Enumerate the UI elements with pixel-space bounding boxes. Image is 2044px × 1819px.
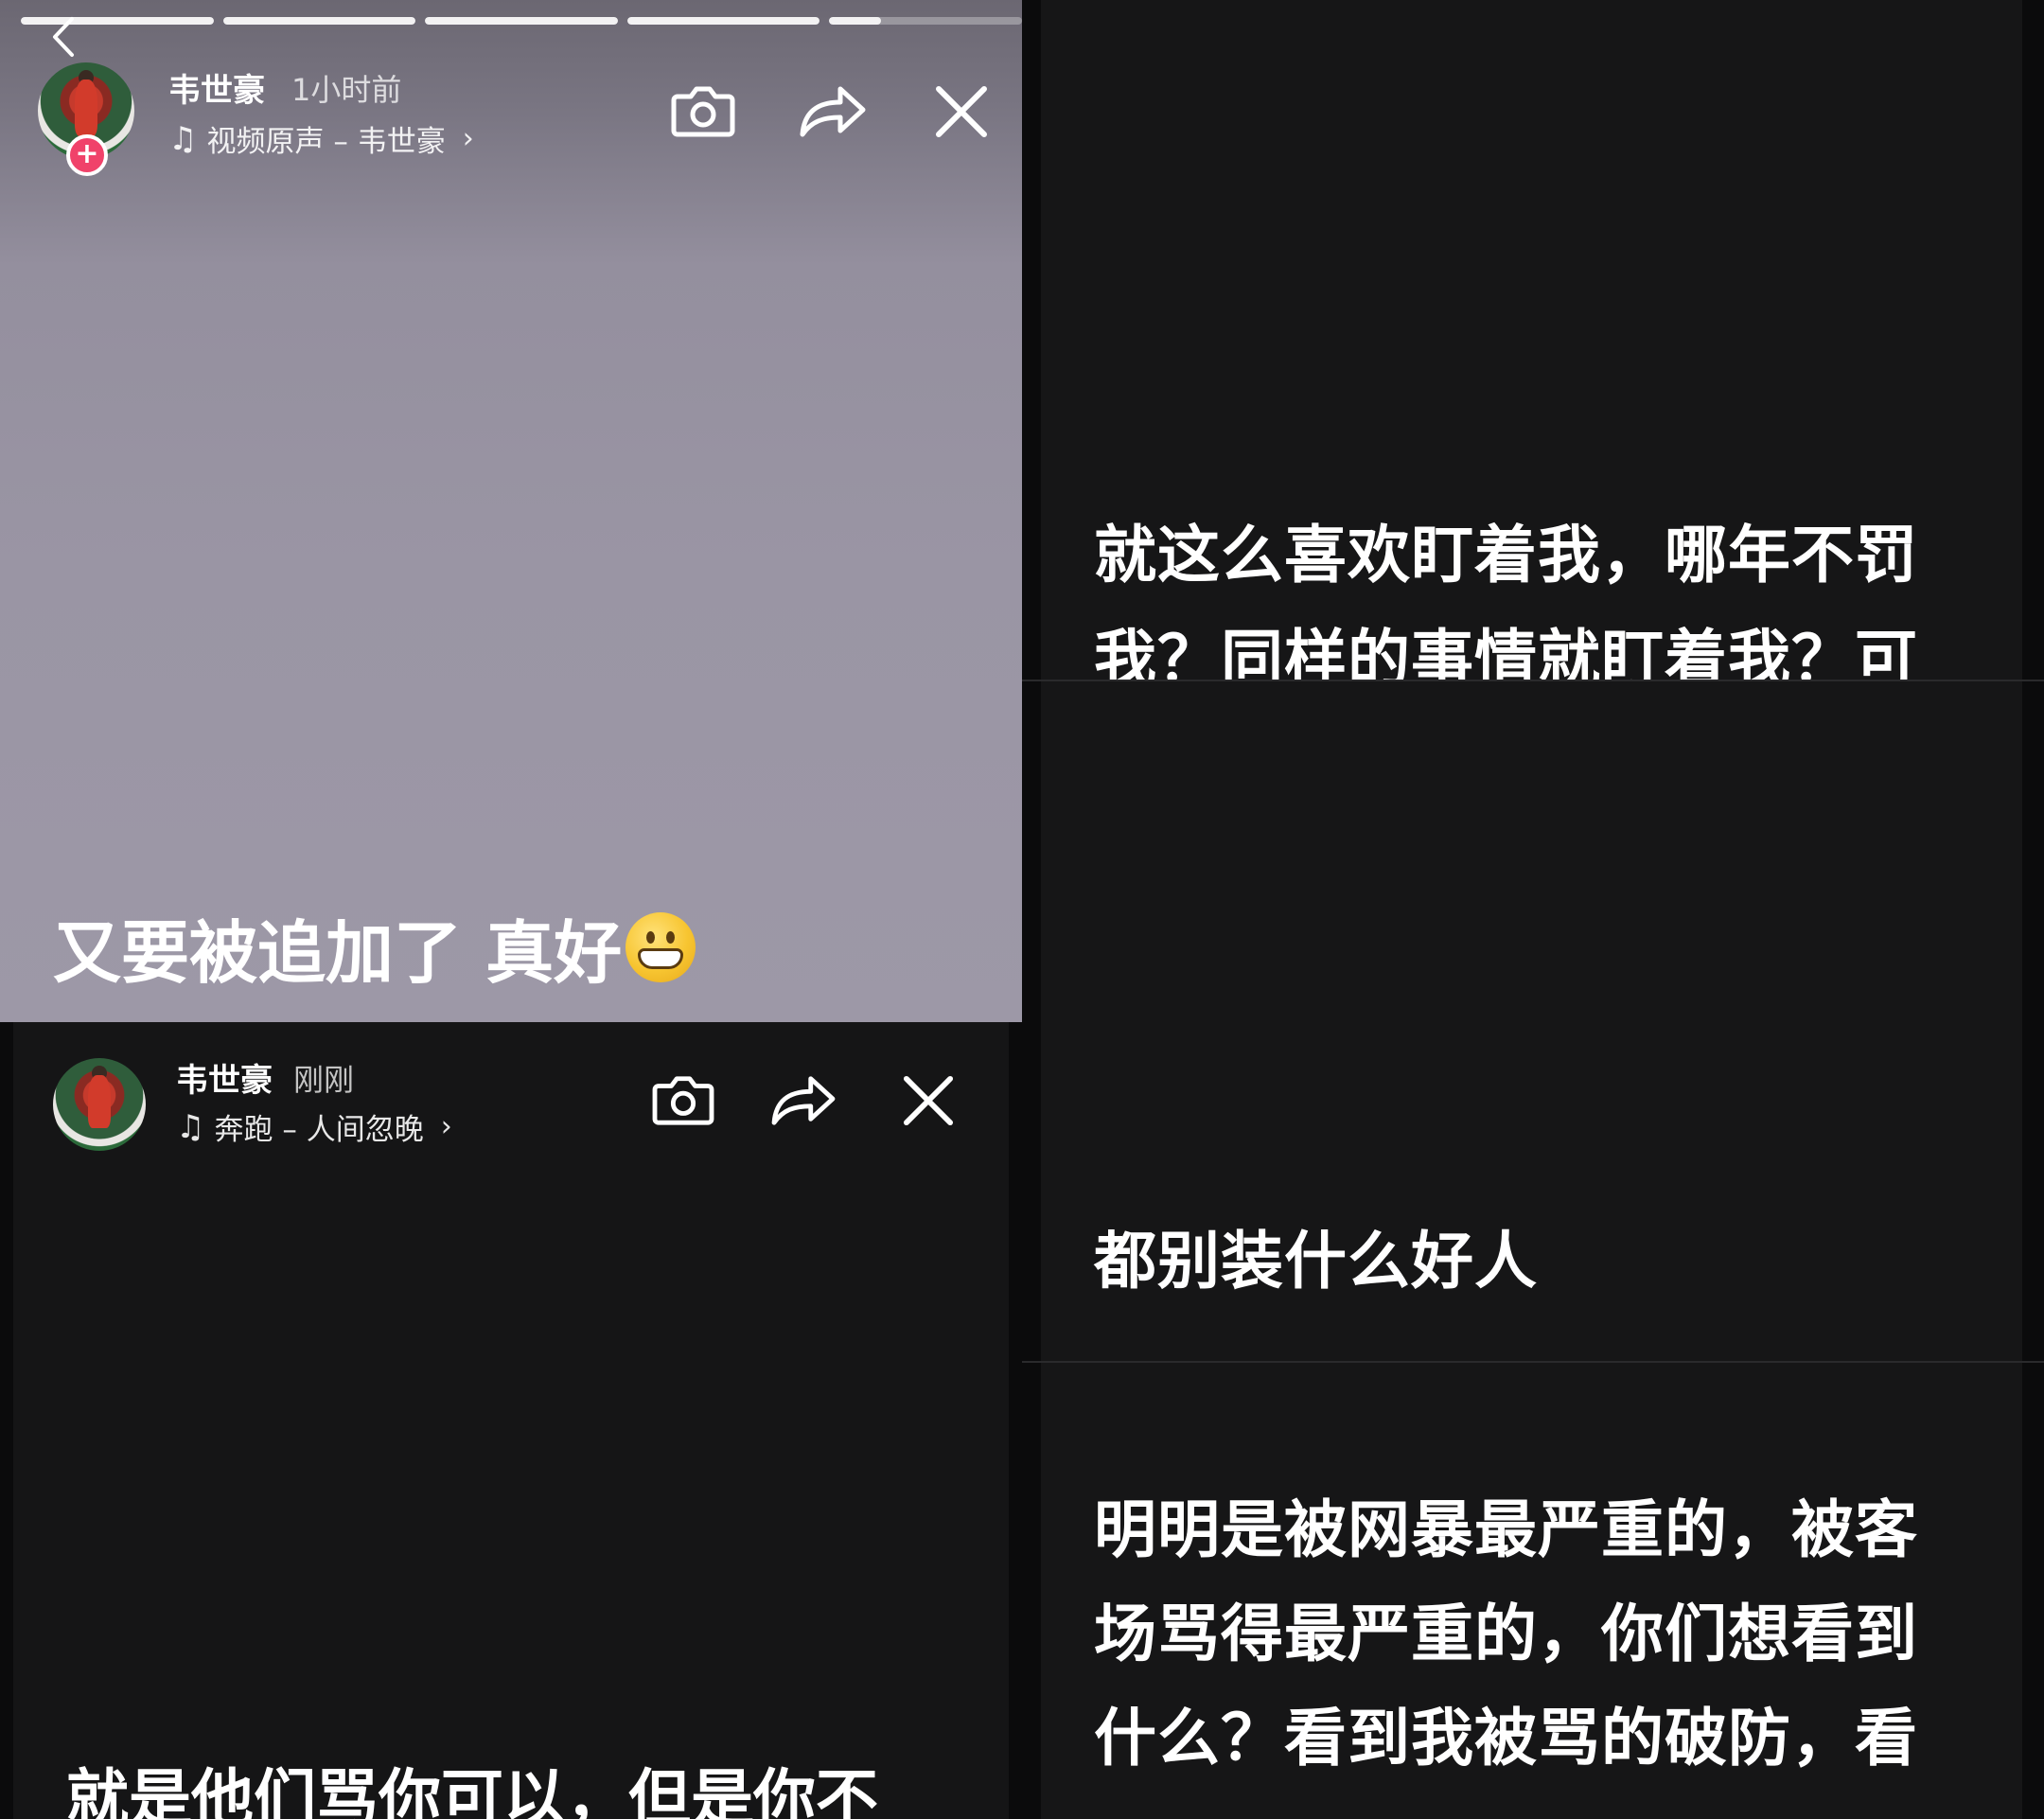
text-line: 什么？看到我被骂的破防，看 [1094, 1702, 1918, 1775]
post-time: 1小时前 [291, 72, 402, 108]
avatar[interactable] [53, 1058, 146, 1151]
chevron-right-icon: › [440, 1110, 452, 1143]
text-line: 都别装什么好人 [1094, 1225, 1538, 1298]
plus-icon[interactable]: + [66, 134, 108, 176]
progress-fill [425, 17, 618, 25]
music-title: 奔跑 – 人间忽晚 [214, 1113, 424, 1147]
story-panel-1: + 韦世豪 1小时前 ♫ 视频原声 – 韦世豪 › 又要被追加了 真好 [0, 0, 1022, 1022]
story-caption: 就是他们骂你可以，但是你不 [66, 1762, 878, 1819]
story-progress-bar [21, 17, 1022, 25]
story-panel-2: 韦世豪 刚刚 ♫ 奔跑 – 人间忽晚 › 就是他们骂你可以，但是你不 [13, 1022, 1009, 1819]
caption-text: 又要被追加了 真好 [53, 913, 623, 993]
text-panel-2: 都别装什么好人 [1041, 681, 2022, 1361]
close-button[interactable] [935, 85, 988, 138]
close-icon [903, 1075, 954, 1126]
music-link[interactable]: ♫ 视频原声 – 韦世豪 › [168, 117, 474, 160]
user-name[interactable]: 韦世豪 [176, 1054, 273, 1101]
text-panel-3: 明明是被网暴最严重的，被客 场骂得最严重的，你们想看到 什么？看到我被骂的破防，… [1041, 1363, 2022, 1819]
share-button[interactable] [768, 1071, 838, 1128]
text-line: 明明是被网暴最严重的，被客 [1094, 1493, 1918, 1566]
progress-segment [829, 17, 1022, 25]
camera-button[interactable] [670, 81, 736, 140]
post-time: 刚刚 [293, 1062, 355, 1098]
music-note-icon: ♫ [168, 119, 198, 158]
share-button[interactable] [797, 81, 869, 140]
grinning-face-emoji [626, 911, 696, 982]
music-link[interactable]: ♫ 奔跑 – 人间忽晚 › [176, 1105, 452, 1148]
progress-fill [829, 17, 882, 25]
progress-segment [626, 17, 820, 25]
chevron-right-icon: › [462, 122, 474, 155]
close-icon [936, 86, 987, 137]
chevron-left-icon[interactable] [47, 15, 79, 59]
close-button[interactable] [903, 1075, 954, 1126]
camera-icon [671, 86, 735, 137]
camera-icon [652, 1076, 714, 1125]
story-caption: 又要被追加了 真好 [53, 897, 696, 997]
user-name[interactable]: 韦世豪 [168, 64, 265, 111]
progress-fill [222, 17, 416, 25]
text-line: 就这么喜欢盯着我，哪年不罚 [1094, 519, 1918, 592]
share-icon [800, 86, 866, 137]
text-line: 场骂得最严重的，你们想看到 [1094, 1598, 1918, 1670]
text-panel-1: 就这么喜欢盯着我，哪年不罚 我？同样的事情就盯着我？可 [1041, 0, 2022, 680]
music-note-icon: ♫ [176, 1107, 205, 1146]
progress-fill [626, 17, 820, 25]
text-line: 我？同样的事情就盯着我？可 [1094, 623, 1918, 680]
progress-segment [222, 17, 416, 25]
music-title: 视频原声 – 韦世豪 [206, 125, 446, 159]
progress-segment [425, 17, 618, 25]
share-icon [771, 1076, 836, 1125]
camera-button[interactable] [651, 1071, 715, 1128]
